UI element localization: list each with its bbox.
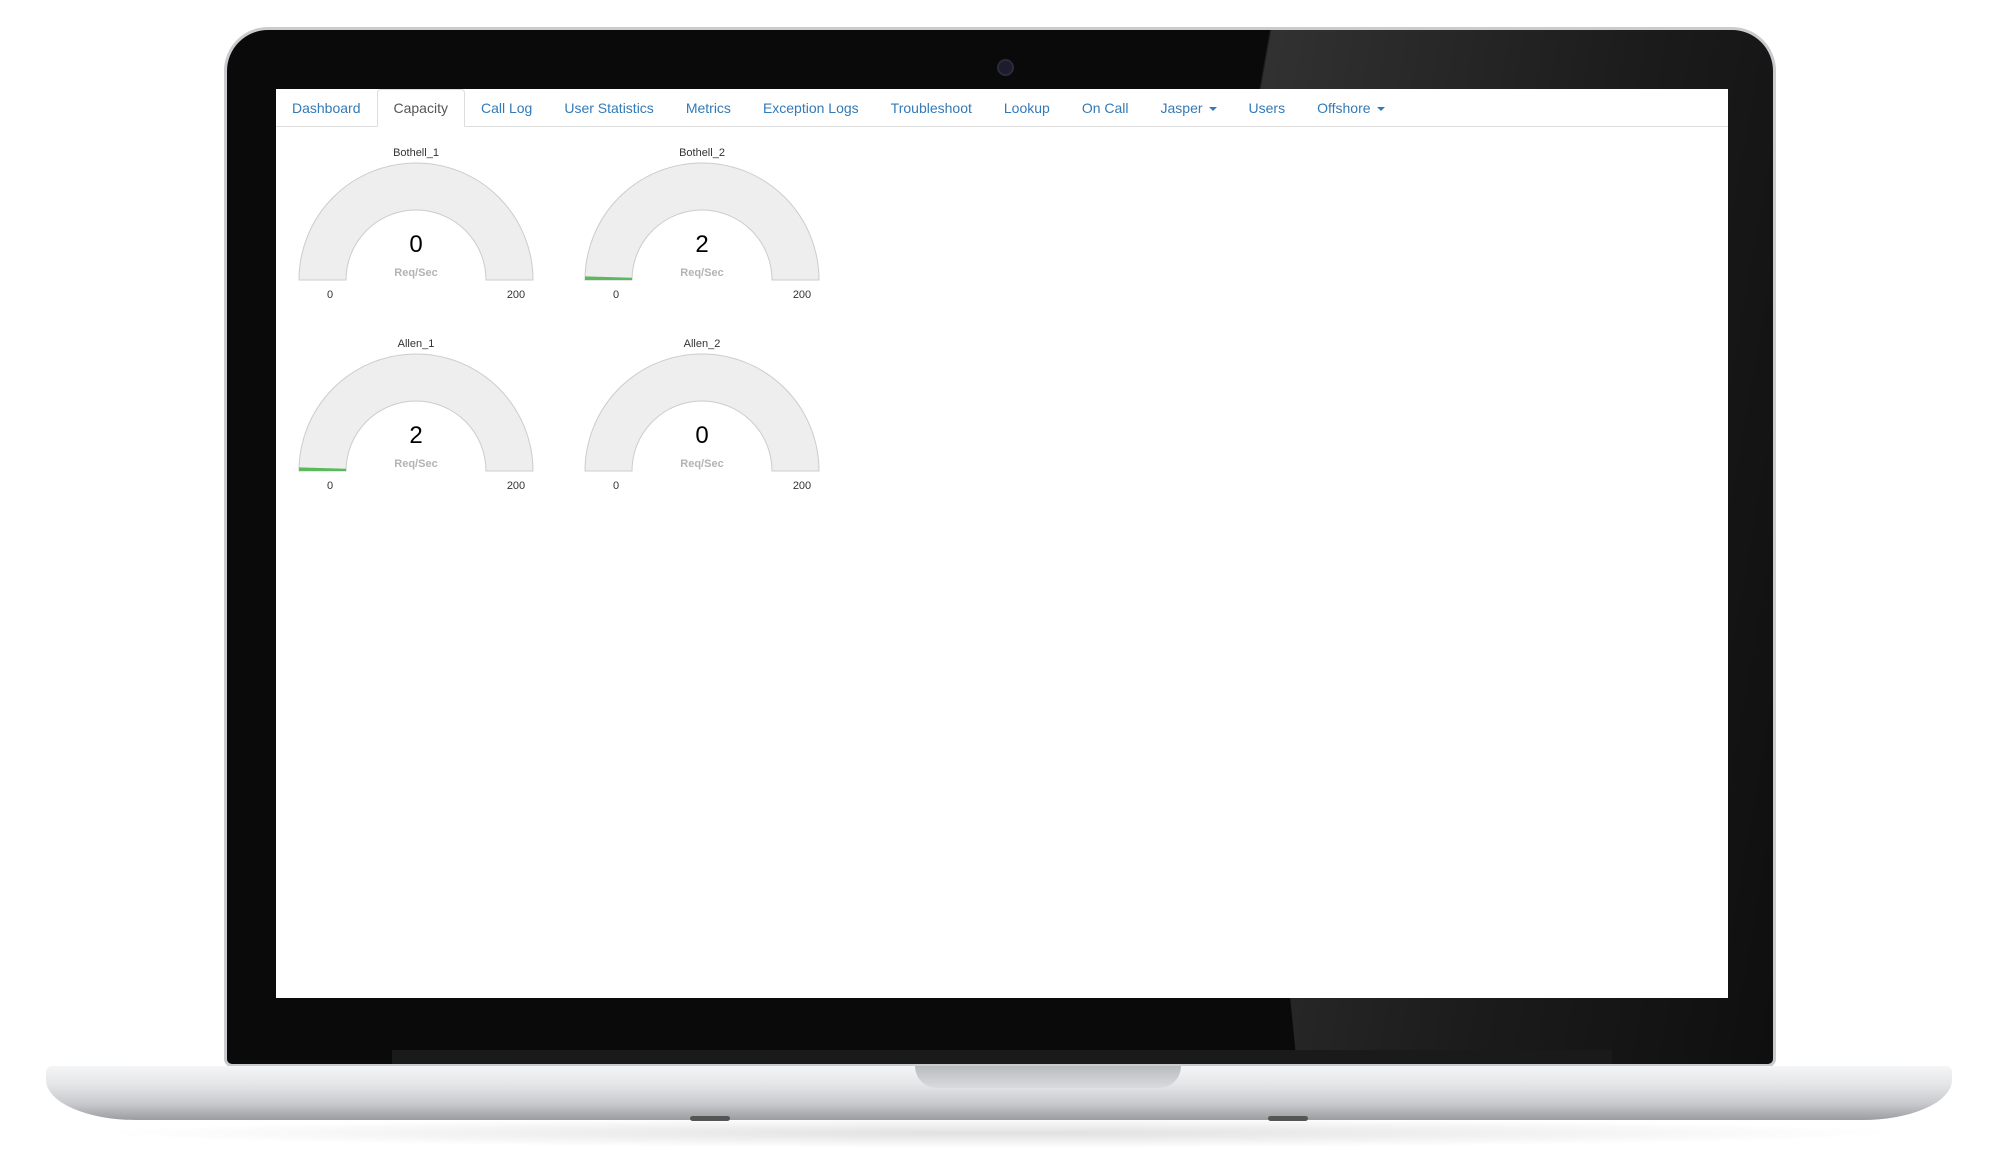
caret-down-icon <box>1208 107 1217 112</box>
tab-label: Lookup <box>1003 100 1050 116</box>
gauge-unit: Req/Sec <box>680 267 724 279</box>
gauge-min-label: 0 <box>326 480 334 492</box>
gauge-bothell-1: Bothell_1 0 Req/Sec 0 200 <box>296 147 566 317</box>
gauge-unit: Req/Sec <box>680 458 724 470</box>
gauge-unit: Req/Sec <box>394 267 438 279</box>
tab-label: Users <box>1248 100 1286 116</box>
gauge-bothell-2: Bothell_2 2 Req/Sec 0 200 <box>582 147 852 317</box>
gauge-min-label: 0 <box>612 480 620 492</box>
tab-user-statistics[interactable]: User Statistics <box>548 90 669 126</box>
gauge-track <box>584 162 820 281</box>
laptop-foot <box>1268 1116 1308 1121</box>
tab-label: Call Log <box>480 100 533 116</box>
gauge-value: 2 <box>409 422 423 449</box>
base-shadow <box>90 1118 1910 1148</box>
tab-label: Exception Logs <box>762 100 859 116</box>
screen: Dashboard Capacity Call Log User Statist… <box>276 89 1728 998</box>
gauge-track <box>298 353 534 472</box>
tab-troubleshoot[interactable]: Troubleshoot <box>875 90 988 126</box>
laptop-base <box>46 1066 1952 1120</box>
gauge-max-label: 200 <box>506 289 526 301</box>
nav-tabs: Dashboard Capacity Call Log User Statist… <box>276 89 1728 127</box>
laptop-notch <box>915 1066 1181 1088</box>
tab-label: User Statistics <box>564 100 654 116</box>
tab-jasper-dropdown[interactable]: Jasper <box>1145 90 1233 126</box>
gauge-max-label: 200 <box>792 480 812 492</box>
gauge-value: 2 <box>695 231 709 258</box>
gauge-max-label: 200 <box>792 289 812 301</box>
tab-metrics[interactable]: Metrics <box>670 90 747 126</box>
tab-label: Jasper <box>1160 100 1203 116</box>
gauge-allen-2: Allen_2 0 Req/Sec 0 200 <box>582 338 852 508</box>
tab-label: Capacity <box>393 100 448 116</box>
laptop-foot <box>690 1116 730 1121</box>
tab-users[interactable]: Users <box>1233 90 1302 126</box>
tab-label: Dashboard <box>292 100 361 116</box>
gauge-max-label: 200 <box>506 480 526 492</box>
gauge-value: 0 <box>695 422 709 449</box>
gauge-min-label: 0 <box>612 289 620 301</box>
gauge-value: 0 <box>409 231 423 258</box>
tab-label: Offshore <box>1317 100 1371 116</box>
tab-dashboard[interactable]: Dashboard <box>276 90 377 126</box>
gauge-track <box>584 353 820 472</box>
caret-down-icon <box>1376 107 1385 112</box>
gauge-allen-1: Allen_1 2 Req/Sec 0 200 <box>296 338 566 508</box>
gauge-track <box>298 162 534 281</box>
tab-lookup[interactable]: Lookup <box>988 90 1066 126</box>
gauge-unit: Req/Sec <box>394 458 438 470</box>
tab-on-call[interactable]: On Call <box>1066 90 1145 126</box>
gauge-min-label: 0 <box>326 289 334 301</box>
tab-call-log[interactable]: Call Log <box>465 90 548 126</box>
tab-label: Metrics <box>685 100 731 116</box>
tab-label: On Call <box>1081 100 1129 116</box>
camera-icon <box>997 59 1014 76</box>
tab-exception-logs[interactable]: Exception Logs <box>747 90 875 126</box>
tab-label: Troubleshoot <box>890 100 972 116</box>
bezel-bottom-strip <box>392 1050 1612 1064</box>
tab-capacity[interactable]: Capacity <box>376 89 465 127</box>
tab-offshore-dropdown[interactable]: Offshore <box>1301 90 1400 126</box>
